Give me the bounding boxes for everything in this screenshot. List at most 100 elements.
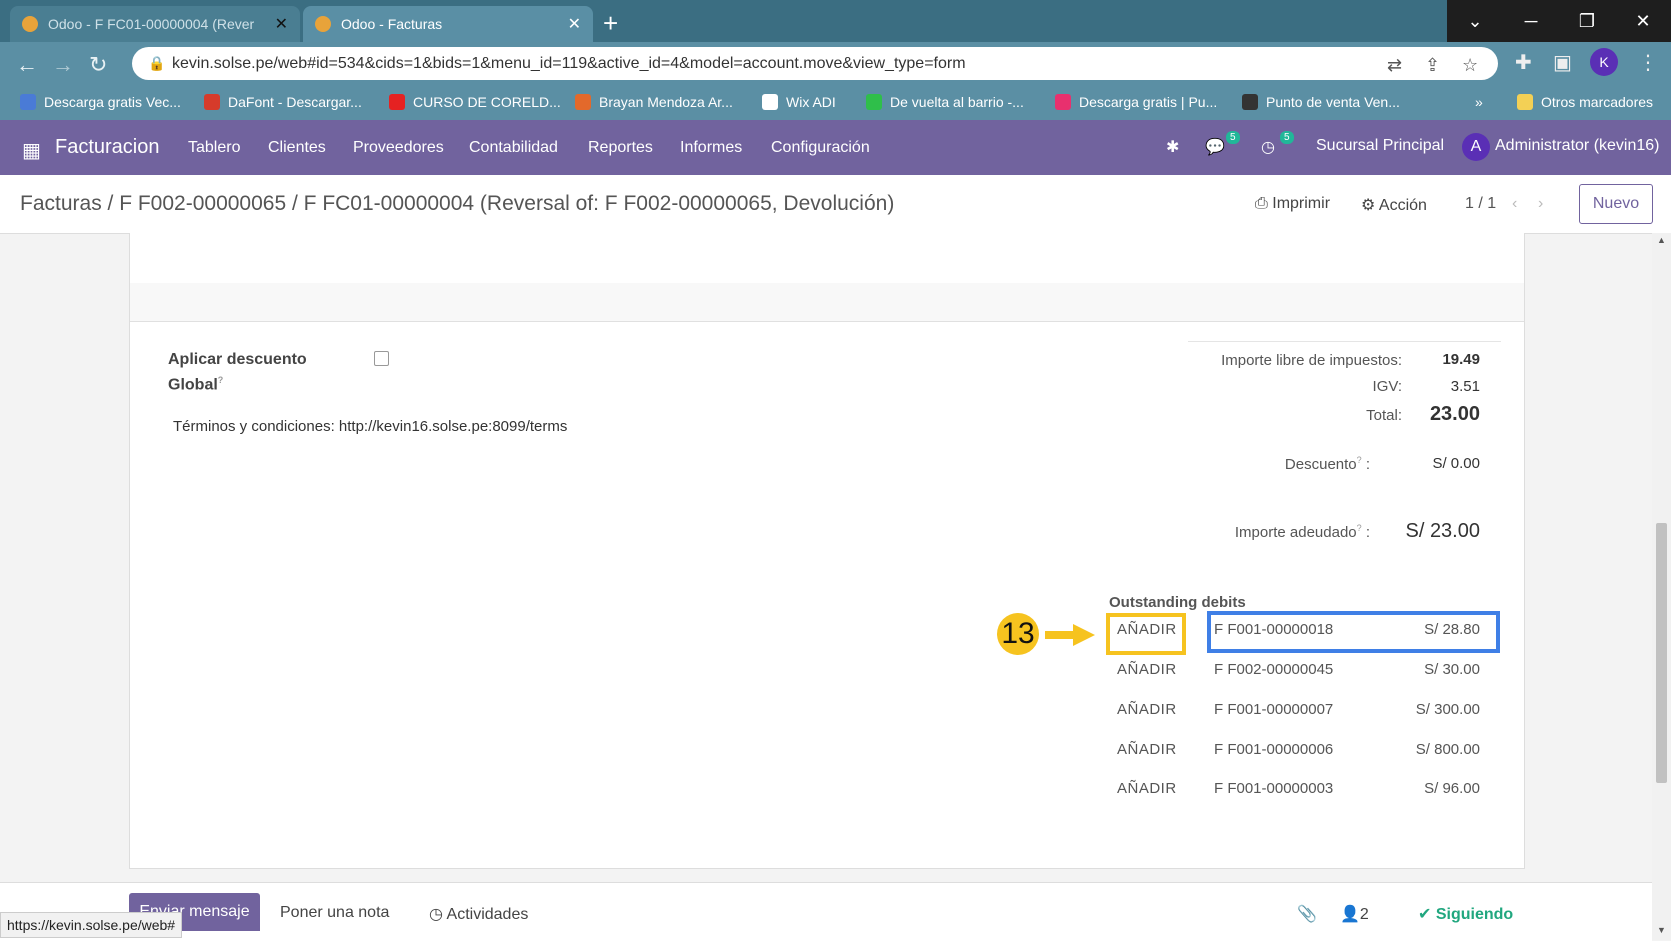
- address-bar-row: ← → ↻ 🔒 kevin.solse.pe/web#id=534&cids=1…: [0, 42, 1671, 86]
- url-text: kevin.solse.pe/web#id=534&cids=1&bids=1&…: [172, 54, 966, 72]
- close-tab-icon[interactable]: ✕: [275, 14, 288, 34]
- new-button[interactable]: Nuevo: [1579, 184, 1653, 224]
- scroll-up-icon[interactable]: ▲: [1657, 235, 1666, 245]
- outstanding-ref[interactable]: F F001-00000003: [1214, 780, 1333, 797]
- highlight-invoice-row: [1207, 611, 1500, 653]
- browser-tab-invoice[interactable]: Odoo - F FC01-00000004 (Rever ✕: [10, 6, 300, 42]
- control-panel: Facturas / F F002-00000065 / F FC01-0000…: [0, 175, 1671, 234]
- bookmark-icon: [20, 94, 36, 110]
- extensions-icon[interactable]: ✚: [1515, 50, 1532, 75]
- outstanding-ref[interactable]: F F001-00000006: [1214, 741, 1333, 758]
- activities-button[interactable]: ◷ Actividades: [429, 904, 528, 924]
- other-bookmarks[interactable]: Otros marcadores: [1517, 94, 1653, 110]
- apps-grid-icon[interactable]: ▦: [22, 138, 41, 163]
- branch-selector[interactable]: Sucursal Principal: [1316, 137, 1444, 155]
- activities-count-badge: 5: [1280, 131, 1294, 144]
- menu-informes[interactable]: Informes: [680, 139, 742, 157]
- bookmark-item[interactable]: Brayan Mendoza Ar...: [575, 94, 733, 110]
- url-input[interactable]: 🔒 kevin.solse.pe/web#id=534&cids=1&bids=…: [132, 47, 1498, 80]
- bookmarks-bar: Descarga gratis Vec... DaFont - Descarga…: [0, 86, 1671, 120]
- menu-tablero[interactable]: Tablero: [188, 139, 240, 157]
- breadcrumb[interactable]: Facturas / F F002-00000065 / F FC01-0000…: [20, 192, 894, 216]
- bookmark-item[interactable]: Punto de venta Ven...: [1242, 94, 1400, 110]
- back-icon[interactable]: ←: [16, 52, 38, 78]
- app-name[interactable]: Facturacion: [55, 136, 160, 159]
- star-icon[interactable]: ☆: [1462, 55, 1478, 76]
- pager-previous-icon[interactable]: ‹: [1512, 195, 1517, 213]
- close-window-icon[interactable]: ✕: [1615, 0, 1671, 42]
- menu-clientes[interactable]: Clientes: [268, 139, 326, 157]
- share-icon[interactable]: ⇪: [1425, 55, 1440, 76]
- add-outstanding-button[interactable]: AÑADIR: [1117, 780, 1177, 797]
- minimize-icon[interactable]: ─: [1503, 0, 1559, 42]
- printer-icon: ⎙: [1255, 195, 1273, 212]
- add-outstanding-button[interactable]: AÑADIR: [1117, 701, 1177, 718]
- activities-clock-icon[interactable]: ◷: [1261, 137, 1275, 157]
- gear-icon: ⚙: [1361, 197, 1379, 214]
- browser-tab-facturas[interactable]: Odoo - Facturas ✕: [303, 6, 593, 42]
- amount-due-label: Importe adeudado? :: [1234, 523, 1370, 541]
- bookmark-item[interactable]: De vuelta al barrio -...: [866, 94, 1024, 110]
- menu-dots-icon[interactable]: ⋮: [1638, 50, 1658, 75]
- restore-icon[interactable]: ❐: [1559, 0, 1615, 42]
- following-button[interactable]: ✔ Siguiendo: [1418, 904, 1513, 924]
- attachment-icon[interactable]: 📎: [1297, 904, 1317, 924]
- bookmark-item[interactable]: DaFont - Descargar...: [204, 94, 362, 110]
- debug-bug-icon[interactable]: ✱: [1166, 137, 1179, 157]
- highlight-add-button: [1106, 613, 1186, 655]
- followers-button[interactable]: 👤2: [1340, 904, 1369, 924]
- more-bookmarks-button[interactable]: »: [1475, 94, 1483, 110]
- scrollbar-thumb[interactable]: [1656, 523, 1667, 783]
- untaxed-value: 19.49: [1442, 351, 1480, 368]
- print-button[interactable]: ⎙ Imprimir: [1255, 195, 1330, 213]
- close-tab-icon[interactable]: ✕: [568, 14, 581, 34]
- bookmark-icon: [1242, 94, 1258, 110]
- pager-value[interactable]: 1 / 1: [1465, 195, 1496, 213]
- user-menu[interactable]: Administrator (kevin16): [1495, 137, 1660, 155]
- lock-icon: 🔒: [148, 55, 166, 71]
- odoo-favicon-icon: [315, 16, 331, 32]
- add-outstanding-button[interactable]: AÑADIR: [1117, 741, 1177, 758]
- bookmark-item[interactable]: Descarga gratis | Pu...: [1055, 94, 1217, 110]
- pager-next-icon[interactable]: ›: [1538, 195, 1543, 213]
- new-tab-button[interactable]: +: [603, 8, 618, 39]
- page-scrollbar[interactable]: ▲ ▼: [1652, 233, 1671, 940]
- profile-avatar[interactable]: K: [1590, 48, 1618, 76]
- help-icon: ?: [217, 375, 224, 385]
- menu-proveedores[interactable]: Proveedores: [353, 139, 444, 157]
- check-icon: ✔: [1418, 906, 1436, 923]
- forward-icon[interactable]: →: [52, 52, 74, 78]
- bookmark-icon: [389, 94, 405, 110]
- bookmark-item[interactable]: Descarga gratis Vec...: [20, 94, 181, 110]
- messages-count-badge: 5: [1226, 131, 1240, 144]
- menu-configuracion[interactable]: Configuración: [771, 139, 870, 157]
- bookmark-item[interactable]: Wix ADI: [762, 94, 836, 110]
- outstanding-title: Outstanding debits: [1109, 594, 1246, 611]
- menu-contabilidad[interactable]: Contabilidad: [469, 139, 558, 157]
- tab-title: Odoo - F FC01-00000004 (Rever: [48, 16, 255, 32]
- menu-reportes[interactable]: Reportes: [588, 139, 653, 157]
- scroll-down-icon[interactable]: ▼: [1657, 925, 1666, 935]
- bookmark-icon: [575, 94, 591, 110]
- untaxed-label: Importe libre de impuestos:: [1221, 352, 1402, 369]
- action-button[interactable]: ⚙ Acción: [1361, 195, 1427, 215]
- bookmark-icon: [1055, 94, 1071, 110]
- add-outstanding-button[interactable]: AÑADIR: [1117, 661, 1177, 678]
- user-icon: 👤: [1340, 906, 1360, 923]
- tab-search-icon[interactable]: ⌄: [1447, 0, 1503, 42]
- log-note-button[interactable]: Poner una nota: [280, 904, 389, 922]
- messages-icon[interactable]: 💬: [1205, 137, 1225, 157]
- form-sheet: Aplicar descuento Global? Términos y con…: [129, 233, 1525, 869]
- side-panel-icon[interactable]: ▣: [1553, 50, 1572, 75]
- translate-icon[interactable]: ⇄: [1387, 55, 1402, 76]
- bookmark-item[interactable]: CURSO DE CORELD...: [389, 94, 561, 110]
- outstanding-ref[interactable]: F F001-00000007: [1214, 701, 1333, 718]
- outstanding-ref[interactable]: F F002-00000045: [1214, 661, 1333, 678]
- global-discount-checkbox[interactable]: [374, 351, 389, 366]
- clock-icon: ◷: [429, 906, 443, 923]
- discount-value: S/ 0.00: [1432, 455, 1480, 472]
- reload-icon[interactable]: ↻: [89, 52, 107, 78]
- outstanding-amount: S/ 30.00: [1424, 661, 1480, 678]
- bookmark-icon: [204, 94, 220, 110]
- user-avatar[interactable]: A: [1462, 133, 1490, 161]
